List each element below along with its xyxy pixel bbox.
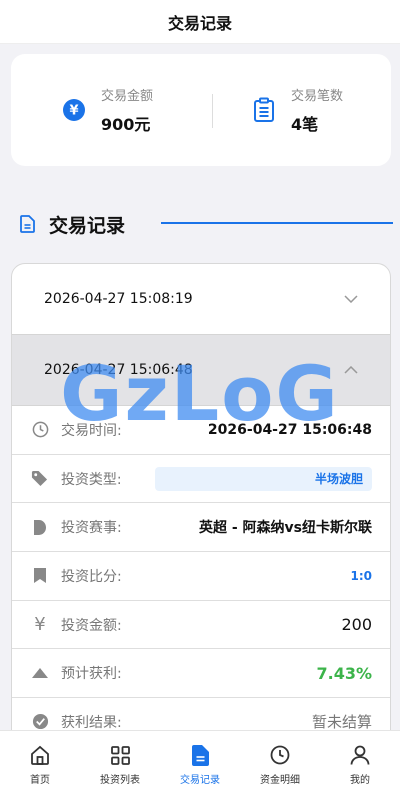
- detail-row-amount: ¥ 投资金额: 200: [12, 601, 390, 650]
- section-title: 交易记录: [49, 214, 126, 237]
- detail-label: 预计获利:: [61, 666, 122, 683]
- document-icon: [20, 215, 35, 233]
- detail-label: 投资赛事:: [61, 520, 122, 537]
- detail-label: 投资比分:: [61, 568, 122, 585]
- section-underline: [161, 222, 393, 224]
- tab-transactions[interactable]: 交易记录: [160, 731, 240, 786]
- tab-invest-list[interactable]: 投资列表: [80, 731, 160, 786]
- detail-label: 投资金额:: [61, 617, 122, 634]
- flag-icon: [30, 517, 50, 537]
- summary-card: ¥ 交易金额 900元 交易笔数 4笔: [11, 54, 391, 166]
- detail-row-trade-time: 交易时间: 2026-04-27 15:06:48: [12, 406, 390, 455]
- tab-label: 交易记录: [180, 775, 220, 786]
- page-title: 交易记录: [167, 13, 232, 33]
- section-header: 交易记录: [11, 207, 393, 241]
- detail-label: 交易时间:: [61, 422, 122, 439]
- amount-value: 900元: [100, 115, 151, 134]
- detail-label: 获利结果:: [61, 714, 122, 731]
- grid-icon: [109, 744, 131, 766]
- detail-row-expected-profit: 预计获利: 7.43%: [12, 649, 390, 699]
- record-time: 2026-04-27 15:06:48: [44, 362, 193, 378]
- top-header: 交易记录: [0, 0, 400, 44]
- count-label: 交易笔数: [290, 89, 343, 104]
- clock-icon: [30, 420, 50, 440]
- tab-label: 我的: [350, 775, 370, 786]
- clock-icon: [269, 744, 291, 766]
- svg-text:¥: ¥: [69, 104, 78, 119]
- tab-fund-details[interactable]: 资金明细: [240, 731, 320, 786]
- detail-row-match: 投资赛事: 英超 - 阿森纳vs纽卡斯尔联: [12, 503, 390, 553]
- chevron-up-icon[interactable]: [344, 366, 358, 374]
- tag-icon: [30, 469, 50, 489]
- yen-circle-icon: ¥: [59, 95, 89, 125]
- tab-home[interactable]: 首页: [0, 731, 80, 786]
- chevron-down-icon[interactable]: [344, 295, 358, 303]
- detail-value: 英超 - 阿森纳vs纽卡斯尔联: [198, 520, 372, 537]
- triangle-up-icon: [30, 663, 50, 683]
- summary-divider: [212, 94, 213, 128]
- detail-row-invest-type: 投资类型: 半场波胆: [12, 455, 390, 504]
- check-circle-icon: [30, 712, 50, 732]
- bookmark-icon: [30, 566, 50, 586]
- detail-value: 2026-04-27 15:06:48: [207, 421, 372, 438]
- invest-type-badge: 半场波胆: [154, 466, 372, 491]
- count-summary: 交易笔数 4笔: [201, 85, 391, 135]
- record-time: 2026-04-27 15:08:19: [44, 291, 193, 307]
- detail-value: 7.43%: [316, 663, 372, 683]
- detail-value: 200: [341, 615, 372, 635]
- detail-value: 1:0: [350, 568, 373, 583]
- amount-label: 交易金额: [100, 89, 153, 104]
- count-value: 4笔: [290, 115, 319, 134]
- detail-row-score: 投资比分: 1:0: [12, 552, 390, 601]
- tab-label: 首页: [30, 775, 50, 786]
- user-icon: [349, 744, 371, 766]
- clipboard-icon: [249, 95, 279, 125]
- records-list: 2026-04-27 15:08:19 2026-04-27 15:06:48 …: [11, 263, 391, 786]
- record-header[interactable]: 2026-04-27 15:06:48: [12, 335, 390, 406]
- amount-summary: ¥ 交易金额 900元: [11, 85, 201, 135]
- document-icon: [189, 744, 211, 766]
- yen-icon: ¥: [34, 614, 46, 636]
- tab-profile[interactable]: 我的: [320, 731, 400, 786]
- tab-label: 投资列表: [100, 775, 140, 786]
- record-header[interactable]: 2026-04-27 15:08:19: [12, 264, 390, 335]
- bottom-tab-bar: 首页 投资列表 交易记录 资金明细 我的: [0, 730, 400, 786]
- tab-label: 资金明细: [260, 775, 300, 786]
- home-icon: [29, 744, 51, 766]
- detail-label: 投资类型:: [60, 471, 122, 488]
